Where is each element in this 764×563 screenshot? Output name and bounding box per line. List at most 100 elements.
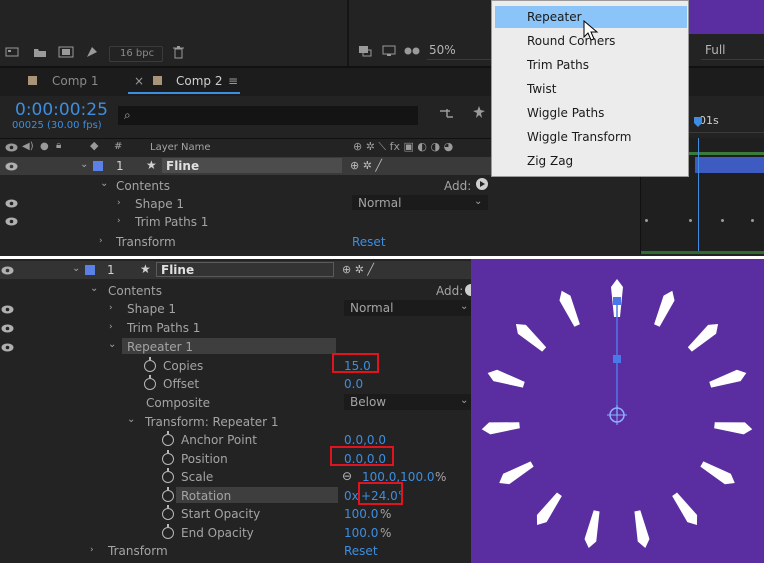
comp-color-swatch: [28, 76, 37, 85]
folder-icon[interactable]: [32, 45, 48, 59]
new-composition-icon[interactable]: [58, 45, 74, 59]
layer-label-color[interactable]: [93, 161, 103, 171]
menu-item-zig-zag[interactable]: Zig Zag: [495, 150, 687, 172]
expand-arrow-icon[interactable]: ›: [109, 301, 113, 315]
composition-flowchart-icon[interactable]: [438, 106, 456, 122]
tab-menu-icon[interactable]: ≡: [228, 74, 238, 88]
monitor-icon[interactable]: [381, 44, 397, 58]
current-time-indicator[interactable]: [698, 138, 699, 254]
end-opacity-value[interactable]: 100.0: [344, 526, 378, 540]
menu-item-wiggle-transform[interactable]: Wiggle Transform: [495, 126, 687, 148]
rotation-revolutions[interactable]: 0x: [344, 489, 359, 503]
rotation-label: Rotation: [181, 489, 232, 503]
reset-link[interactable]: Reset: [344, 544, 378, 558]
expand-chevron-icon[interactable]: ⌄: [90, 282, 98, 296]
expand-arrow-icon[interactable]: ›: [99, 234, 103, 248]
render-queue-icon[interactable]: [84, 45, 100, 59]
stopwatch-icon[interactable]: [144, 357, 156, 372]
anchor-point-row[interactable]: Anchor Point 0.0,0.0: [0, 430, 471, 449]
offset-row[interactable]: Offset 0.0: [0, 375, 471, 393]
layer-eye-icon[interactable]: [5, 162, 19, 171]
layer-name-field[interactable]: Fline: [156, 262, 334, 277]
menu-item-trim-paths[interactable]: Trim Paths: [495, 54, 687, 76]
layer-switches[interactable]: ⊕ ✲ ╱: [350, 159, 382, 173]
add-label: Add:: [444, 179, 472, 193]
constrain-proportions-link-icon[interactable]: ⊖: [342, 469, 352, 483]
trim-eye-icon[interactable]: [5, 217, 19, 226]
mask-visibility-icon[interactable]: [403, 44, 421, 58]
stopwatch-icon[interactable]: [162, 468, 174, 483]
expand-chevron-icon[interactable]: ⌄: [108, 338, 116, 352]
close-tab-icon[interactable]: ×: [134, 74, 144, 88]
offset-value[interactable]: 0.0: [344, 377, 363, 391]
expand-arrow-icon[interactable]: ›: [90, 543, 94, 557]
blend-mode-dropdown[interactable]: Normal ⌄: [352, 195, 488, 210]
layer-eye-icon[interactable]: [1, 266, 15, 275]
offset-label: Offset: [163, 377, 200, 391]
contents-label: Contents: [116, 179, 170, 193]
shape-eye-icon[interactable]: [1, 305, 15, 314]
tab-comp-2[interactable]: × Comp 2 ≡: [128, 72, 240, 94]
expand-arrow-icon[interactable]: ›: [109, 320, 113, 334]
composition-preview: [471, 259, 764, 563]
layer-switches[interactable]: ⊕ ✲ ╱: [342, 263, 374, 277]
transform-repeater-row[interactable]: ⌄ Transform: Repeater 1: [0, 412, 471, 431]
timeline-search-input[interactable]: ⌕: [118, 106, 418, 125]
menu-item-wiggle-paths[interactable]: Wiggle Paths: [495, 102, 687, 124]
anchor-point-value[interactable]: 0.0,0.0: [344, 433, 386, 447]
expand-arrow-icon[interactable]: ›: [117, 214, 121, 228]
expand-arrow-icon[interactable]: ›: [117, 196, 121, 210]
stopwatch-icon[interactable]: [162, 431, 174, 446]
trim-paths-row[interactable]: › Trim Paths 1: [0, 318, 471, 337]
start-opacity-value[interactable]: 100.0: [344, 507, 378, 521]
blend-mode-dropdown[interactable]: Normal ⌄: [344, 300, 471, 316]
bpc-button[interactable]: 16 bpc: [109, 46, 163, 62]
repeater-row[interactable]: ⌄ Repeater 1: [0, 337, 471, 356]
layer-expand-chevron-icon[interactable]: ⌄: [72, 262, 80, 276]
transform-row[interactable]: › Transform Reset: [0, 232, 640, 250]
layer-row[interactable]: ⌄ 1 ★ Fline ⊕ ✲ ╱: [0, 261, 471, 279]
stopwatch-icon[interactable]: [144, 375, 156, 390]
composite-dropdown[interactable]: Below ⌄: [344, 394, 471, 410]
end-opacity-label: End Opacity: [181, 526, 254, 540]
stopwatch-icon[interactable]: [162, 505, 174, 520]
blend-mode-value: Normal: [350, 301, 394, 315]
path-vertex-handle[interactable]: [613, 355, 621, 363]
expand-chevron-icon[interactable]: ⌄: [127, 413, 135, 427]
shape-eye-icon[interactable]: [5, 199, 19, 208]
always-preview-icon[interactable]: [357, 44, 373, 58]
stopwatch-icon[interactable]: [162, 487, 174, 502]
composite-row[interactable]: Composite Below ⌄: [0, 393, 471, 412]
layer-duration-bar[interactable]: [695, 157, 764, 173]
draft-3d-icon[interactable]: [470, 104, 488, 122]
layer-label-color[interactable]: [85, 265, 95, 275]
path-vertex-handle[interactable]: [613, 297, 621, 305]
position-row[interactable]: Position 0.0,0.0: [0, 449, 471, 468]
layer-name-column-header[interactable]: Layer Name: [150, 141, 211, 155]
copies-row[interactable]: Copies 15.0: [0, 356, 471, 375]
reset-link[interactable]: Reset: [352, 235, 386, 249]
tab-label: Comp 1: [52, 74, 99, 88]
layer-name-field[interactable]: Fline: [162, 158, 342, 173]
shape1-row[interactable]: › Shape 1 Normal ⌄: [0, 194, 640, 212]
tab-comp-1[interactable]: Comp 1: [20, 72, 120, 90]
menu-item-label: Zig Zag: [527, 154, 574, 168]
layer-expand-chevron-icon[interactable]: ⌄: [80, 158, 88, 172]
repeater-eye-icon[interactable]: [1, 343, 15, 352]
resolution-dropdown[interactable]: Full: [701, 42, 764, 60]
interpret-footage-icon[interactable]: [4, 45, 20, 59]
expand-chevron-icon[interactable]: ⌄: [100, 177, 108, 191]
trash-icon[interactable]: [171, 45, 185, 59]
transform-label: Transform: [116, 235, 176, 249]
end-opacity-row[interactable]: End Opacity 100.0 %: [0, 523, 471, 542]
shape1-row[interactable]: › Shape 1 Normal ⌄: [0, 299, 471, 318]
transform-row[interactable]: › Transform Reset: [0, 541, 471, 560]
zoom-dropdown[interactable]: 50%: [427, 42, 499, 60]
stopwatch-icon[interactable]: [162, 450, 174, 465]
start-opacity-row[interactable]: Start Opacity 100.0 %: [0, 504, 471, 523]
menu-item-twist[interactable]: Twist: [495, 78, 687, 100]
current-time[interactable]: 0:00:00:25: [15, 100, 108, 120]
trim-eye-icon[interactable]: [1, 324, 15, 333]
trim-paths-row[interactable]: › Trim Paths 1: [0, 212, 640, 230]
stopwatch-icon[interactable]: [162, 524, 174, 539]
